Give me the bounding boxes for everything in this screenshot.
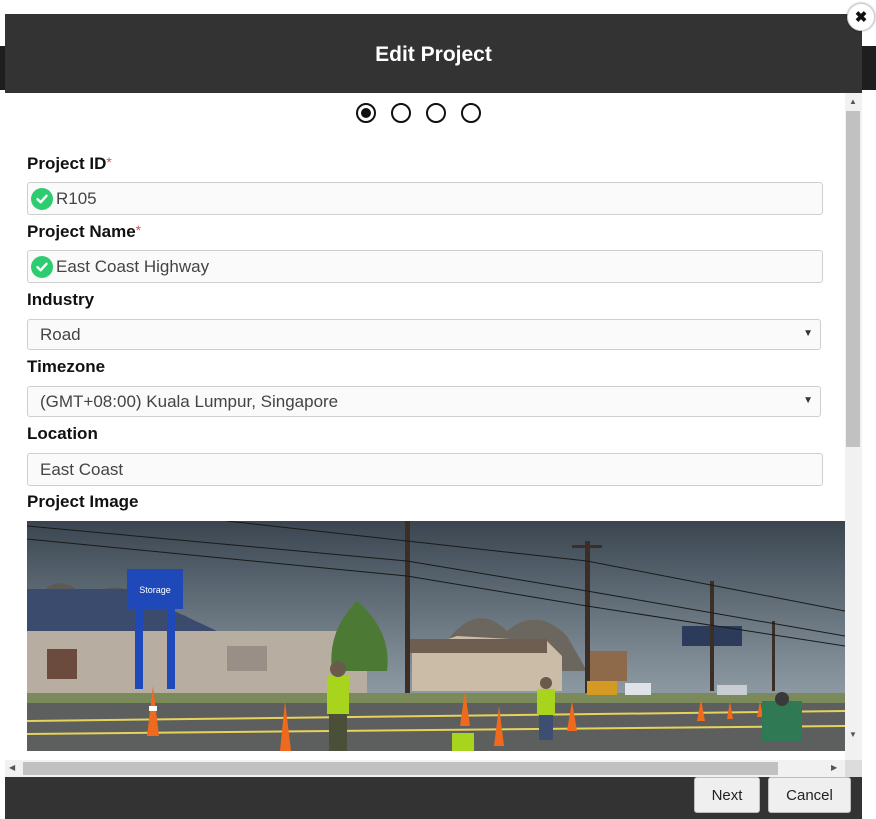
vertical-scroll-thumb[interactable]	[846, 111, 860, 447]
project-id-label: Project ID*	[27, 154, 112, 173]
industry-label: Industry	[27, 290, 95, 309]
scrollbar-corner	[845, 760, 862, 777]
project-image-label: Project Image	[27, 492, 139, 511]
step-3-indicator	[426, 103, 446, 123]
scroll-down-arrow-icon[interactable]: ▼	[849, 730, 857, 739]
project-id-field[interactable]	[27, 182, 823, 215]
timezone-selected-value: (GMT+08:00) Kuala Lumpur, Singapore	[40, 392, 339, 411]
scroll-right-arrow-icon[interactable]: ▶	[831, 763, 837, 772]
location-label: Location	[27, 424, 98, 443]
road-construction-photo: Storage	[27, 521, 845, 751]
next-button[interactable]: Next	[694, 777, 760, 813]
project-image: Storage	[27, 521, 845, 751]
dialog-body[interactable]: Project ID* Project Name* Industry Road …	[5, 93, 862, 777]
industry-select[interactable]: Road ▼	[27, 319, 821, 350]
required-marker: *	[106, 154, 112, 170]
check-circle-icon	[31, 256, 53, 278]
horizontal-scroll-thumb[interactable]	[23, 762, 778, 775]
close-dialog-button[interactable]: ✖	[847, 3, 875, 31]
project-name-input[interactable]	[56, 251, 806, 282]
dialog-footer: Next Cancel	[5, 777, 862, 819]
dialog-header: Edit Project	[5, 14, 862, 93]
industry-selected-value: Road	[40, 325, 81, 344]
step-4-indicator	[461, 103, 481, 123]
sign-text: Storage	[139, 585, 171, 595]
step-1-indicator	[356, 103, 376, 123]
project-name-field[interactable]	[27, 250, 823, 283]
dropdown-arrow-icon: ▼	[803, 395, 813, 406]
location-input[interactable]	[40, 454, 810, 485]
required-marker: *	[135, 222, 142, 238]
location-field[interactable]	[27, 453, 823, 486]
vertical-scrollbar[interactable]: ▲ ▼	[845, 93, 862, 777]
timezone-select[interactable]: (GMT+08:00) Kuala Lumpur, Singapore ▼	[27, 386, 821, 417]
scroll-up-arrow-icon[interactable]: ▲	[849, 97, 857, 106]
check-circle-icon	[31, 188, 53, 210]
cancel-button[interactable]: Cancel	[768, 777, 851, 813]
step-indicator	[356, 103, 481, 123]
project-id-input[interactable]	[56, 183, 806, 214]
edit-project-dialog: Edit Project Project ID* Project Name*	[5, 14, 862, 819]
step-2-indicator	[391, 103, 411, 123]
project-name-label: Project Name*	[27, 222, 142, 241]
close-icon: ✖	[854, 9, 868, 26]
dialog-title: Edit Project	[375, 42, 492, 66]
dropdown-arrow-icon: ▼	[803, 328, 813, 339]
horizontal-scrollbar[interactable]: ◀ ▶	[5, 760, 845, 777]
timezone-label: Timezone	[27, 357, 106, 376]
scroll-left-arrow-icon[interactable]: ◀	[9, 763, 15, 772]
